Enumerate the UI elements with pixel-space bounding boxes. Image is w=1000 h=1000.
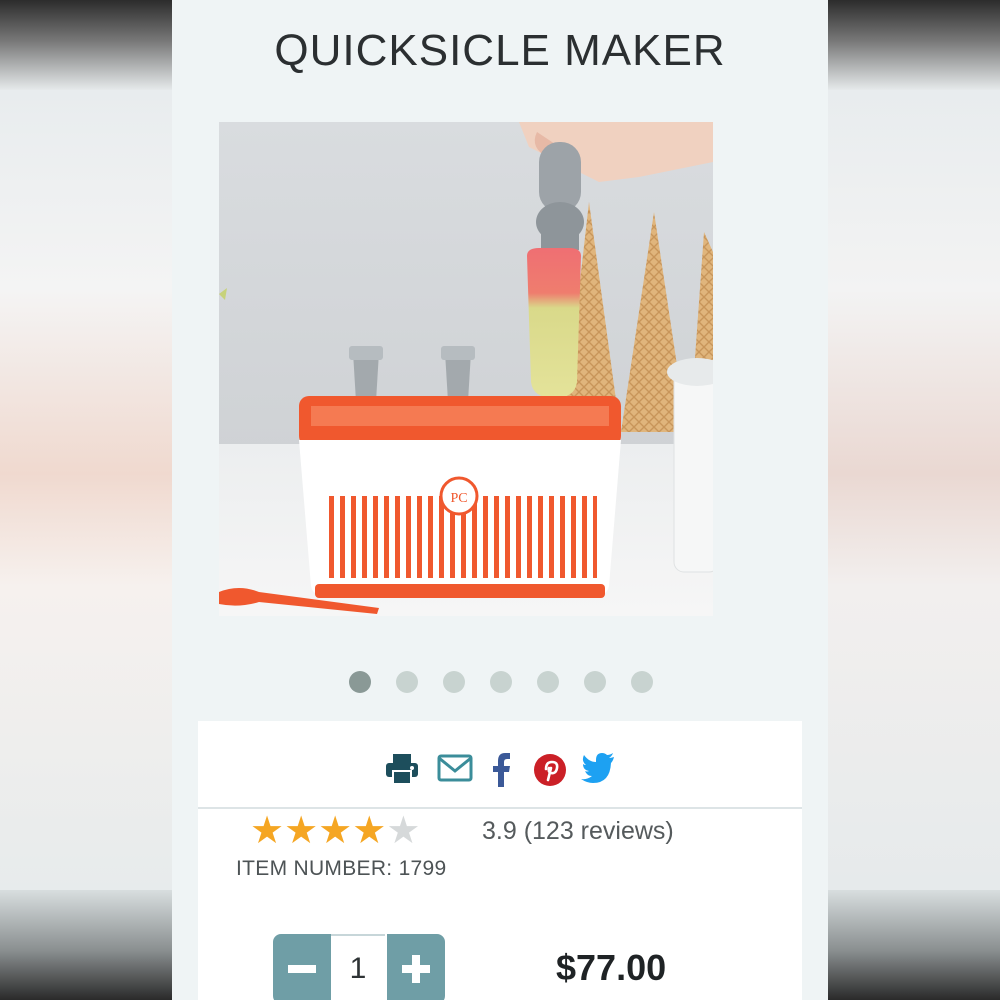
quantity-stepper: 1: [273, 934, 445, 1000]
email-icon[interactable]: [437, 753, 473, 788]
decrease-quantity-button[interactable]: [273, 934, 331, 1000]
carousel-dot[interactable]: [583, 671, 606, 693]
minus-icon: [288, 965, 316, 973]
product-image[interactable]: PC: [219, 122, 713, 616]
share-bar: [198, 721, 802, 809]
product-title: QUICKSICLE MAKER: [274, 26, 726, 75]
product-info-card: ★★★★★ 3.9 (123 reviews) ITEM NUMBER: 179…: [198, 721, 802, 1000]
svg-text:PC: PC: [450, 491, 467, 506]
carousel-dot[interactable]: [489, 671, 512, 693]
increase-quantity-button[interactable]: [387, 934, 445, 1000]
star-filled-icon: ★: [284, 810, 319, 852]
twitter-icon[interactable]: [581, 753, 615, 788]
quantity-input[interactable]: 1: [331, 934, 385, 1000]
rating-stars: ★★★★★: [250, 811, 420, 851]
star-filled-icon: ★: [318, 810, 353, 852]
print-icon[interactable]: [385, 753, 419, 790]
carousel-dot[interactable]: [442, 671, 465, 693]
left-backdrop: [0, 0, 172, 1000]
rating-text[interactable]: 3.9 (123 reviews): [482, 817, 674, 846]
right-backdrop: [828, 0, 1000, 1000]
pinterest-icon[interactable]: [533, 753, 567, 792]
price: $77.00: [556, 947, 667, 988]
product-page: QUICKSICLE MAKER PC ★★★★★ 3.9 (123 revie…: [172, 0, 828, 1000]
facebook-icon[interactable]: [491, 753, 511, 792]
carousel-dot[interactable]: [348, 671, 371, 693]
carousel-dots: [172, 671, 828, 693]
carousel-dot[interactable]: [395, 671, 418, 693]
star-filled-icon: ★: [352, 810, 387, 852]
star-empty-icon: ★: [386, 810, 421, 852]
star-filled-icon: ★: [250, 810, 285, 852]
carousel-dot[interactable]: [630, 671, 653, 693]
item-number: ITEM NUMBER: 1799: [236, 857, 447, 880]
plus-icon: [402, 955, 430, 983]
carousel-dot[interactable]: [536, 671, 559, 693]
